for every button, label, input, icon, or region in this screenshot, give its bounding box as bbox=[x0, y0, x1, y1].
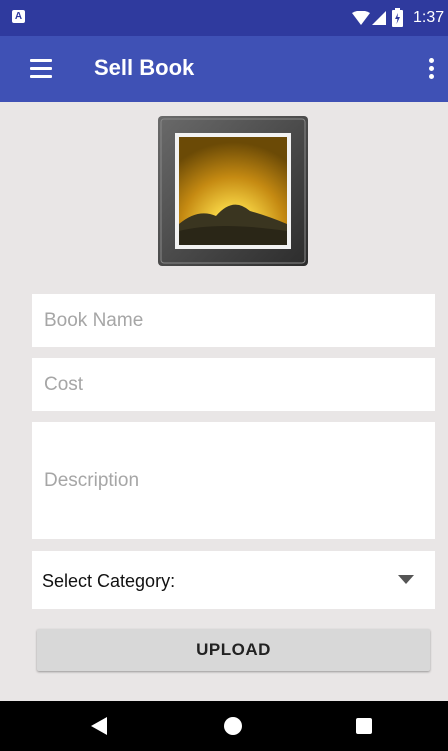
battery-icon bbox=[392, 8, 403, 27]
chevron-down-icon bbox=[398, 575, 414, 584]
navigation-bar bbox=[0, 701, 448, 751]
menu-icon[interactable] bbox=[30, 59, 52, 79]
more-vert-icon[interactable] bbox=[426, 58, 436, 82]
wifi-icon bbox=[352, 11, 370, 25]
image-placeholder-icon[interactable] bbox=[158, 116, 308, 266]
home-icon[interactable] bbox=[224, 717, 242, 735]
signal-icon bbox=[372, 11, 386, 25]
description-input[interactable] bbox=[32, 422, 435, 539]
back-icon[interactable] bbox=[91, 717, 107, 735]
notification-icon: A bbox=[12, 10, 25, 23]
app-bar: Sell Book bbox=[0, 36, 448, 102]
recents-icon[interactable] bbox=[356, 718, 372, 734]
page-title: Sell Book bbox=[94, 55, 195, 80]
upload-button[interactable]: UPLOAD bbox=[37, 629, 430, 671]
cost-input[interactable] bbox=[32, 358, 435, 411]
status-bar: A 1:37 bbox=[0, 0, 448, 36]
category-label: Select Category: bbox=[42, 571, 176, 591]
status-time: 1:37 bbox=[413, 9, 445, 26]
book-name-input[interactable] bbox=[32, 294, 435, 347]
category-select[interactable]: Select Category: bbox=[32, 551, 435, 609]
